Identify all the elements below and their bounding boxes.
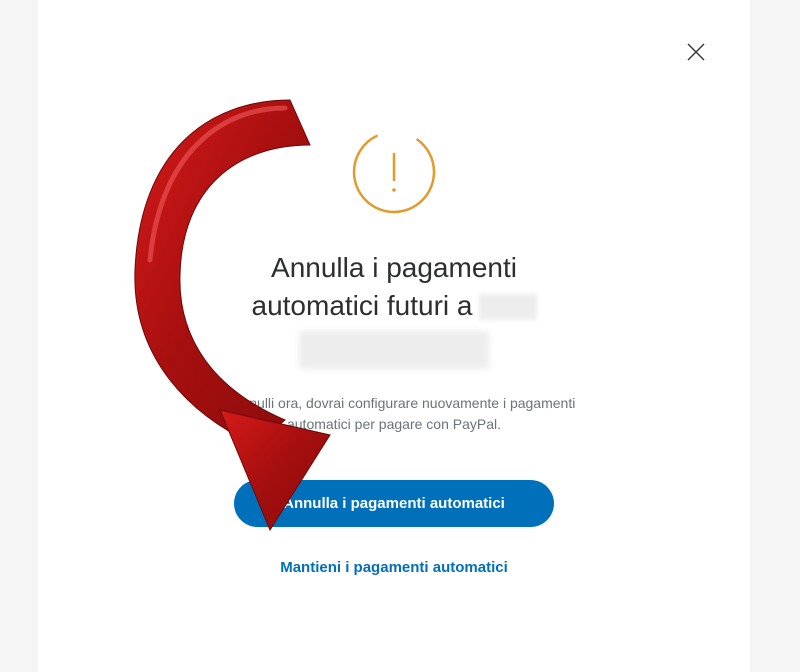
dialog-content: Annulla i pagamenti automatici futuri a … bbox=[38, 0, 750, 577]
title-line-1: Annulla i pagamenti bbox=[184, 249, 604, 287]
cancel-automatic-payments-dialog: Annulla i pagamenti automatici futuri a … bbox=[38, 0, 750, 672]
warning-circle-icon bbox=[350, 128, 438, 221]
dialog-description: Se annulli ora, dovrai configurare nuova… bbox=[204, 393, 584, 436]
cancel-payments-button[interactable]: Annulla i pagamenti automatici bbox=[234, 480, 554, 527]
close-icon bbox=[684, 40, 708, 64]
close-button[interactable] bbox=[684, 40, 708, 64]
keep-payments-link[interactable]: Mantieni i pagamenti automatici bbox=[280, 559, 508, 576]
dialog-title: Annulla i pagamenti automatici futuri a bbox=[184, 249, 604, 369]
redacted-merchant-name bbox=[479, 294, 537, 320]
redacted-merchant-name-line2 bbox=[299, 331, 489, 369]
title-line-2: automatici futuri a bbox=[184, 287, 604, 325]
